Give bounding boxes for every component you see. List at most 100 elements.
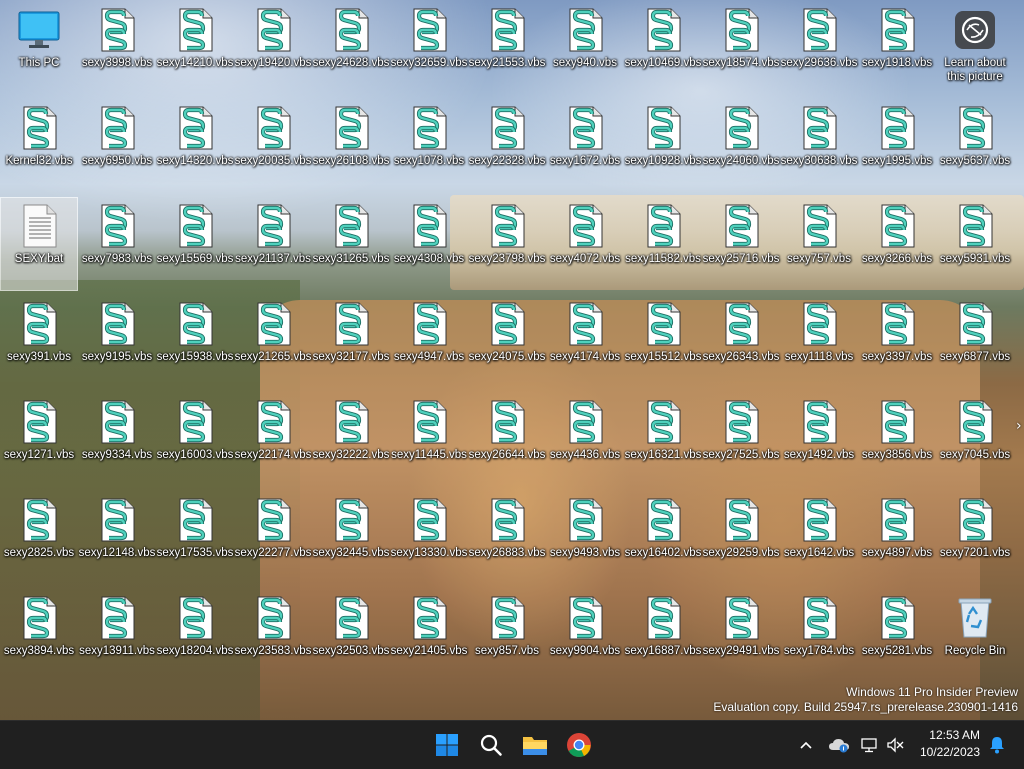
desktop-icon-sexy23798-vbs[interactable]: sexy23798.vbs [469, 198, 545, 290]
desktop-icon-sexy1918-vbs[interactable]: sexy1918.vbs [859, 2, 935, 94]
desktop-icon-sexy1118-vbs[interactable]: sexy1118.vbs [781, 296, 857, 388]
desktop-icon-sexy11582-vbs[interactable]: sexy11582.vbs [625, 198, 701, 290]
desktop-icon-sexy7045-vbs[interactable]: sexy7045.vbs [937, 394, 1013, 486]
search-button[interactable] [471, 725, 511, 765]
volume-button[interactable] [884, 721, 906, 769]
desktop-icon-sexy24628-vbs[interactable]: sexy24628.vbs [313, 2, 389, 94]
desktop-icon-recycle-bin[interactable]: Recycle Bin [937, 590, 1013, 682]
desktop-icon-sexy6950-vbs[interactable]: sexy6950.vbs [79, 100, 155, 192]
desktop-icon-sexy10469-vbs[interactable]: sexy10469.vbs [625, 2, 701, 94]
file-explorer-button[interactable] [515, 725, 555, 765]
desktop-icon-sexy1492-vbs[interactable]: sexy1492.vbs [781, 394, 857, 486]
desktop-icon-sexy21553-vbs[interactable]: sexy21553.vbs [469, 2, 545, 94]
desktop-icon-sexy16887-vbs[interactable]: sexy16887.vbs [625, 590, 701, 682]
desktop-icon-sexy4174-vbs[interactable]: sexy4174.vbs [547, 296, 623, 388]
desktop-icon-sexy4897-vbs[interactable]: sexy4897.vbs [859, 492, 935, 584]
desktop-icon-sexy29491-vbs[interactable]: sexy29491.vbs [703, 590, 779, 682]
desktop-icon-sexy26108-vbs[interactable]: sexy26108.vbs [313, 100, 389, 192]
desktop-icon-sexy857-vbs[interactable]: sexy857.vbs [469, 590, 545, 682]
desktop-icon-sexy5637-vbs[interactable]: sexy5637.vbs [937, 100, 1013, 192]
desktop-icon-sexy4947-vbs[interactable]: sexy4947.vbs [391, 296, 467, 388]
desktop-icon-sexy17535-vbs[interactable]: sexy17535.vbs [157, 492, 233, 584]
desktop-icon-sexy15938-vbs[interactable]: sexy15938.vbs [157, 296, 233, 388]
desktop-icon-sexy16321-vbs[interactable]: sexy16321.vbs [625, 394, 701, 486]
start-button[interactable] [427, 725, 467, 765]
desktop-icon-sexy1271-vbs[interactable]: sexy1271.vbs [1, 394, 77, 486]
desktop-icon-sexy26644-vbs[interactable]: sexy26644.vbs [469, 394, 545, 486]
desktop-icon-sexy7201-vbs[interactable]: sexy7201.vbs [937, 492, 1013, 584]
taskbar-clock[interactable]: 12:53 AM 10/22/2023 [912, 727, 980, 761]
desktop-icon-sexy32177-vbs[interactable]: sexy32177.vbs [313, 296, 389, 388]
network-button[interactable] [858, 721, 880, 769]
desktop-icon-sexy4072-vbs[interactable]: sexy4072.vbs [547, 198, 623, 290]
onedrive-button[interactable] [826, 721, 852, 769]
desktop-icon-sexy14210-vbs[interactable]: sexy14210.vbs [157, 2, 233, 94]
desktop-icon-sexy21405-vbs[interactable]: sexy21405.vbs [391, 590, 467, 682]
desktop-icon-sexy25716-vbs[interactable]: sexy25716.vbs [703, 198, 779, 290]
desktop-icon-sexy32445-vbs[interactable]: sexy32445.vbs [313, 492, 389, 584]
desktop-icon-sexy21265-vbs[interactable]: sexy21265.vbs [235, 296, 311, 388]
desktop-icon-learn-about-this-picture[interactable]: Learn about this picture [937, 2, 1013, 94]
desktop-icon-sexy22277-vbs[interactable]: sexy22277.vbs [235, 492, 311, 584]
desktop-icon-sexy391-vbs[interactable]: sexy391.vbs [1, 296, 77, 388]
desktop-icon-sexy22328-vbs[interactable]: sexy22328.vbs [469, 100, 545, 192]
desktop-icon-sexy1672-vbs[interactable]: sexy1672.vbs [547, 100, 623, 192]
desktop-icon-sexy21137-vbs[interactable]: sexy21137.vbs [235, 198, 311, 290]
desktop-icon-sexy26343-vbs[interactable]: sexy26343.vbs [703, 296, 779, 388]
desktop-icon-sexy4308-vbs[interactable]: sexy4308.vbs [391, 198, 467, 290]
desktop-icon-sexy29259-vbs[interactable]: sexy29259.vbs [703, 492, 779, 584]
desktop-icon-sexy29636-vbs[interactable]: sexy29636.vbs [781, 2, 857, 94]
desktop-icon-sexy10928-vbs[interactable]: sexy10928.vbs [625, 100, 701, 192]
desktop-icon-sexy16003-vbs[interactable]: sexy16003.vbs [157, 394, 233, 486]
desktop-icon-sexy32222-vbs[interactable]: sexy32222.vbs [313, 394, 389, 486]
desktop-icon-sexy22174-vbs[interactable]: sexy22174.vbs [235, 394, 311, 486]
desktop-icon-sexy32503-vbs[interactable]: sexy32503.vbs [313, 590, 389, 682]
desktop-icon-sexy-bat[interactable]: SEXY.bat [0, 197, 78, 291]
notifications-button[interactable] [984, 721, 1010, 769]
desktop-icon-sexy7983-vbs[interactable]: sexy7983.vbs [79, 198, 155, 290]
desktop-icon-sexy9493-vbs[interactable]: sexy9493.vbs [547, 492, 623, 584]
desktop-icon-sexy5931-vbs[interactable]: sexy5931.vbs [937, 198, 1013, 290]
desktop-icon-sexy757-vbs[interactable]: sexy757.vbs [781, 198, 857, 290]
desktop-icon-sexy6877-vbs[interactable]: sexy6877.vbs [937, 296, 1013, 388]
desktop-icon-sexy14320-vbs[interactable]: sexy14320.vbs [157, 100, 233, 192]
desktop-icon-sexy3397-vbs[interactable]: sexy3397.vbs [859, 296, 935, 388]
desktop-icon-sexy27525-vbs[interactable]: sexy27525.vbs [703, 394, 779, 486]
desktop-icon-sexy12148-vbs[interactable]: sexy12148.vbs [79, 492, 155, 584]
desktop-icon-sexy23583-vbs[interactable]: sexy23583.vbs [235, 590, 311, 682]
desktop-icon-sexy24075-vbs[interactable]: sexy24075.vbs [469, 296, 545, 388]
desktop-icon-sexy30638-vbs[interactable]: sexy30638.vbs [781, 100, 857, 192]
desktop-icon-sexy3894-vbs[interactable]: sexy3894.vbs [1, 590, 77, 682]
desktop-icon-sexy9904-vbs[interactable]: sexy9904.vbs [547, 590, 623, 682]
desktop-icon-sexy3266-vbs[interactable]: sexy3266.vbs [859, 198, 935, 290]
desktop-icon-sexy16402-vbs[interactable]: sexy16402.vbs [625, 492, 701, 584]
desktop-icon-sexy11445-vbs[interactable]: sexy11445.vbs [391, 394, 467, 486]
desktop-icon-sexy2825-vbs[interactable]: sexy2825.vbs [1, 492, 77, 584]
desktop-icon-sexy1642-vbs[interactable]: sexy1642.vbs [781, 492, 857, 584]
desktop-icon-sexy20035-vbs[interactable]: sexy20035.vbs [235, 100, 311, 192]
desktop-icon-sexy9195-vbs[interactable]: sexy9195.vbs [79, 296, 155, 388]
desktop-icon-sexy940-vbs[interactable]: sexy940.vbs [547, 2, 623, 94]
desktop-icon-sexy18204-vbs[interactable]: sexy18204.vbs [157, 590, 233, 682]
desktop-icon-sexy13330-vbs[interactable]: sexy13330.vbs [391, 492, 467, 584]
desktop-icon-sexy3998-vbs[interactable]: sexy3998.vbs [79, 2, 155, 94]
desktop-icon-this-pc[interactable]: This PC [1, 2, 77, 94]
show-hidden-icons-button[interactable] [795, 721, 817, 769]
desktop-icon-sexy18574-vbs[interactable]: sexy18574.vbs [703, 2, 779, 94]
desktop-icon-sexy24060-vbs[interactable]: sexy24060.vbs [703, 100, 779, 192]
desktop-icon-kernel32-vbs[interactable]: Kernel32.vbs [1, 100, 77, 192]
desktop-icon-sexy3856-vbs[interactable]: sexy3856.vbs [859, 394, 935, 486]
chrome-button[interactable] [559, 725, 599, 765]
desktop-icon-sexy26883-vbs[interactable]: sexy26883.vbs [469, 492, 545, 584]
desktop-icon-sexy13911-vbs[interactable]: sexy13911.vbs [79, 590, 155, 682]
desktop-icon-sexy1995-vbs[interactable]: sexy1995.vbs [859, 100, 935, 192]
desktop-icon-sexy1784-vbs[interactable]: sexy1784.vbs [781, 590, 857, 682]
desktop-icon-sexy15569-vbs[interactable]: sexy15569.vbs [157, 198, 233, 290]
desktop-icon-sexy9334-vbs[interactable]: sexy9334.vbs [79, 394, 155, 486]
desktop-icon-sexy4436-vbs[interactable]: sexy4436.vbs [547, 394, 623, 486]
desktop-icon-sexy19420-vbs[interactable]: sexy19420.vbs [235, 2, 311, 94]
desktop-icon-sexy5281-vbs[interactable]: sexy5281.vbs [859, 590, 935, 682]
desktop-icon-sexy32659-vbs[interactable]: sexy32659.vbs [391, 2, 467, 94]
desktop-icon-sexy15512-vbs[interactable]: sexy15512.vbs [625, 296, 701, 388]
desktop-icon-sexy31265-vbs[interactable]: sexy31265.vbs [313, 198, 389, 290]
